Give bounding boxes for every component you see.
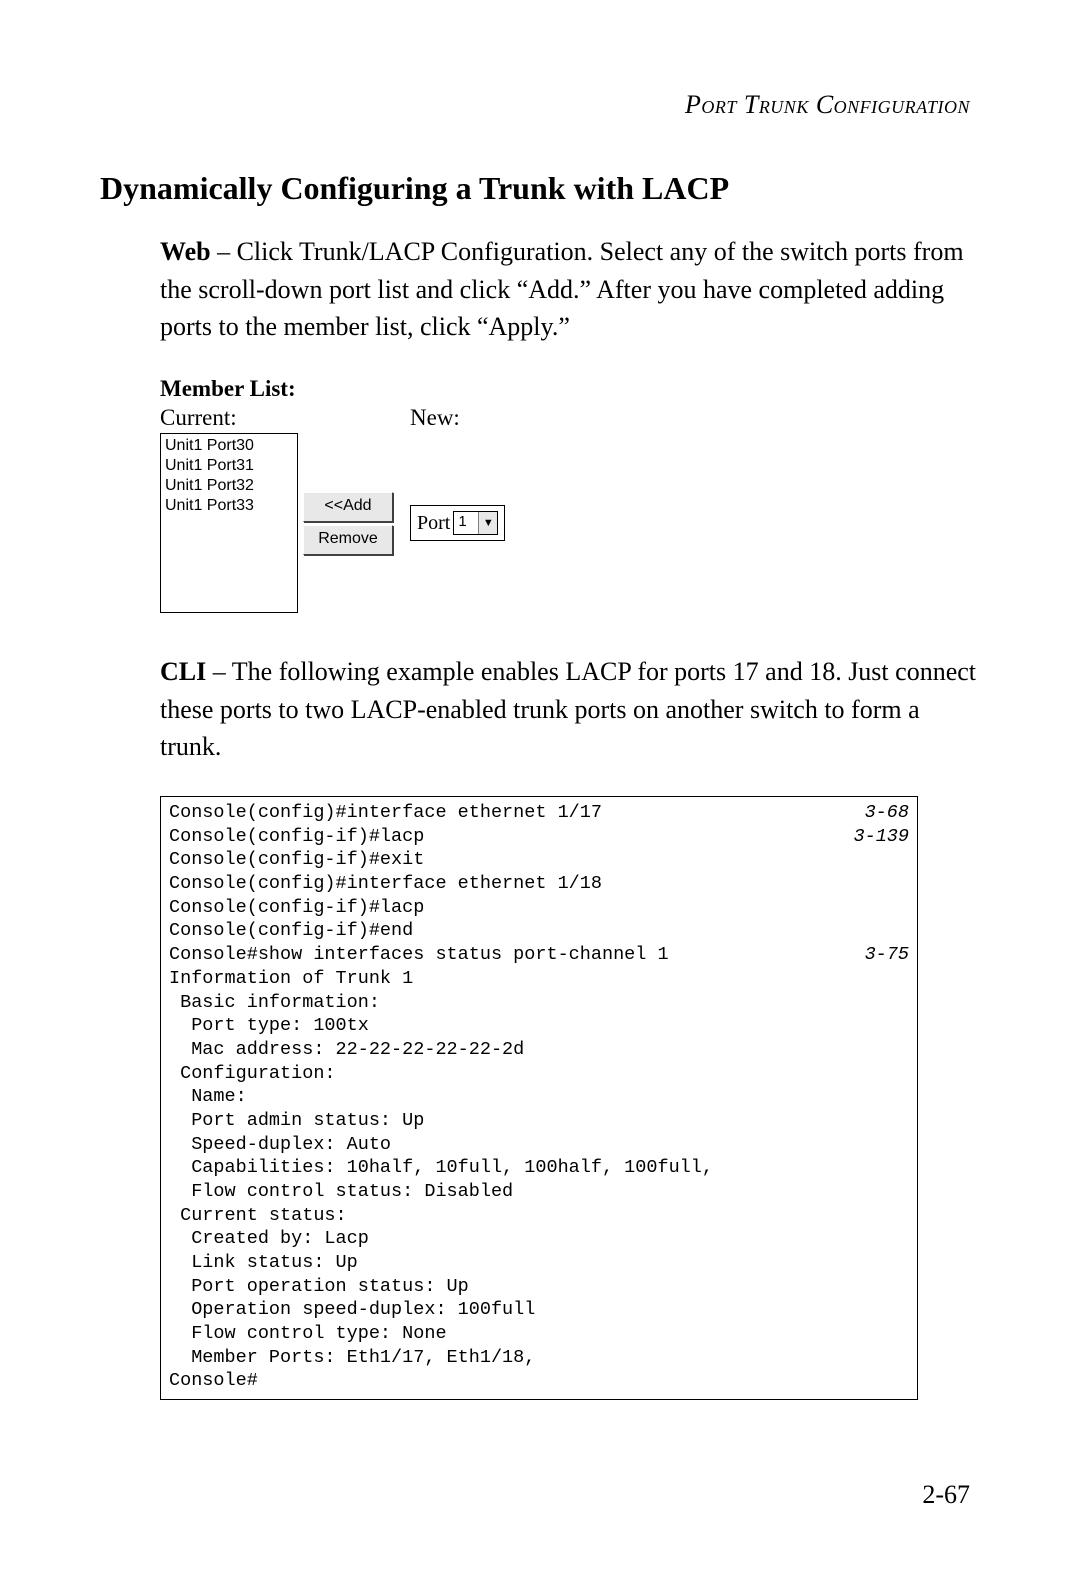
web-paragraph: Web – Click Trunk/LACP Configuration. Se…	[160, 233, 980, 346]
list-item[interactable]: Unit1 Port30	[165, 436, 293, 456]
web-label: Web	[160, 237, 211, 266]
port-select-group: Port 1 ▼	[410, 505, 505, 541]
page-number: 2-67	[922, 1480, 970, 1510]
web-text: – Click Trunk/LACP Configuration. Select…	[160, 237, 964, 341]
cli-output-block: Console(config)#interface ethernet 1/173…	[160, 796, 918, 1400]
cli-line: Console#show interfaces status port-chan…	[169, 943, 909, 967]
cli-line: Speed-duplex: Auto	[169, 1133, 909, 1157]
cli-paragraph: CLI – The following example enables LACP…	[160, 653, 980, 766]
cli-line: Console(config-if)#lacp	[169, 896, 909, 920]
cli-line: Console(config)#interface ethernet 1/18	[169, 872, 909, 896]
cli-line: Port type: 100tx	[169, 1014, 909, 1038]
cli-line: Current status:	[169, 1204, 909, 1228]
current-column-label: Current:	[160, 405, 310, 431]
cli-line: Created by: Lacp	[169, 1227, 909, 1251]
cli-line: Console#	[169, 1369, 909, 1393]
member-list-figure: Member List: Current: New: Unit1 Port30U…	[160, 376, 580, 613]
port-select-value: 1	[454, 512, 478, 534]
cli-line: Flow control type: None	[169, 1322, 909, 1346]
list-item[interactable]: Unit1 Port33	[165, 496, 293, 516]
section-title: Dynamically Configuring a Trunk with LAC…	[100, 170, 980, 207]
list-item[interactable]: Unit1 Port32	[165, 476, 293, 496]
cli-line: Configuration:	[169, 1062, 909, 1086]
add-button[interactable]: <<Add	[303, 492, 393, 522]
cli-line: Operation speed-duplex: 100full	[169, 1298, 909, 1322]
cli-line: Member Ports: Eth1/17, Eth1/18,	[169, 1346, 909, 1370]
cli-text: – The following example enables LACP for…	[160, 657, 976, 761]
remove-button[interactable]: Remove	[303, 525, 393, 555]
cli-line: Port admin status: Up	[169, 1109, 909, 1133]
cli-line: Name:	[169, 1085, 909, 1109]
current-ports-listbox[interactable]: Unit1 Port30Unit1 Port31Unit1 Port32Unit…	[160, 433, 298, 613]
cli-line: Console(config-if)#end	[169, 919, 909, 943]
list-item[interactable]: Unit1 Port31	[165, 456, 293, 476]
port-select[interactable]: 1 ▼	[453, 511, 498, 535]
cli-line: Information of Trunk 1	[169, 967, 909, 991]
cli-line: Console(config-if)#exit	[169, 848, 909, 872]
dropdown-arrow-icon[interactable]: ▼	[478, 512, 497, 534]
running-header: Port Trunk Configuration	[100, 90, 970, 120]
cli-line: Flow control status: Disabled	[169, 1180, 909, 1204]
cli-line: Capabilities: 10half, 10full, 100half, 1…	[169, 1156, 909, 1180]
cli-line: Console(config)#interface ethernet 1/173…	[169, 801, 909, 825]
cli-line: Mac address: 22-22-22-22-22-2d	[169, 1038, 909, 1062]
member-list-label: Member List:	[160, 376, 580, 402]
cli-line: Console(config-if)#lacp3-139	[169, 825, 909, 849]
cli-line: Port operation status: Up	[169, 1275, 909, 1299]
cli-line: Basic information:	[169, 991, 909, 1015]
port-label: Port	[417, 512, 450, 535]
cli-line: Link status: Up	[169, 1251, 909, 1275]
cli-label: CLI	[160, 657, 206, 686]
new-column-label: New:	[410, 405, 550, 431]
